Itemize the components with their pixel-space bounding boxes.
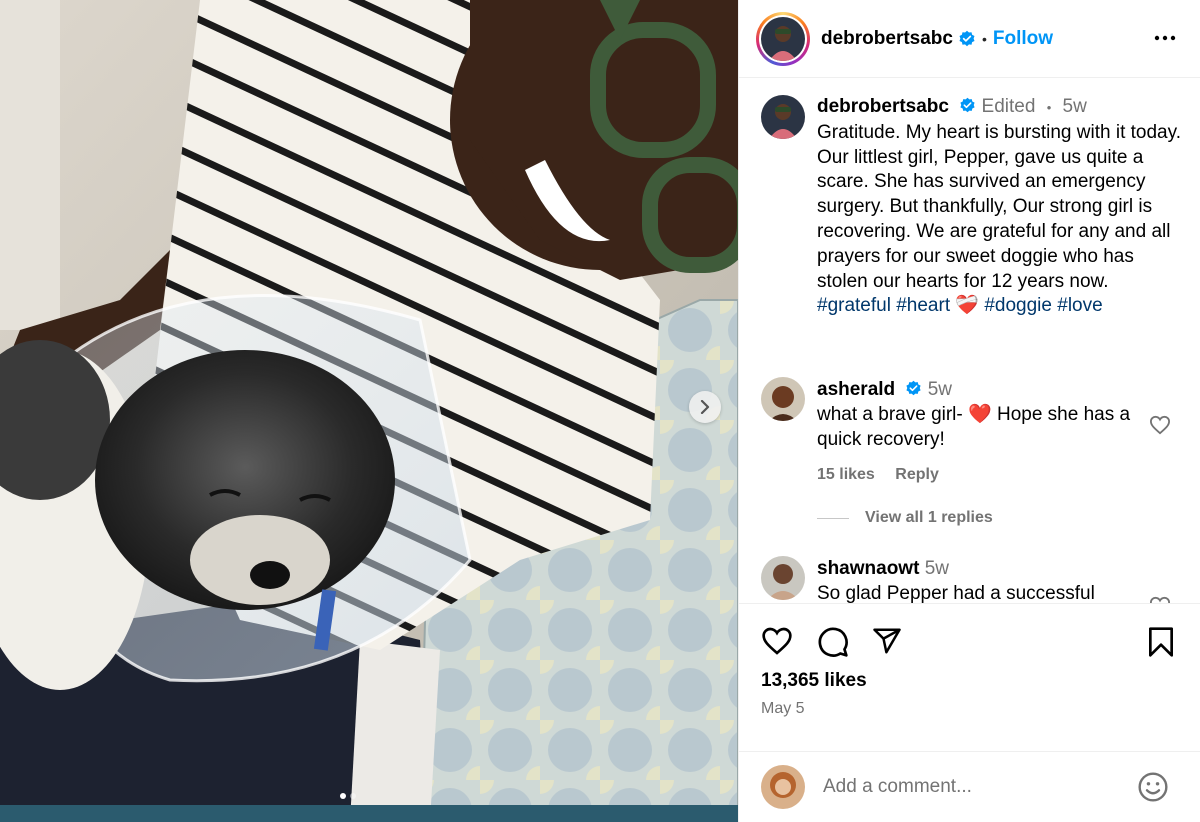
caption-username[interactable]: debrobertsabc [817, 96, 949, 117]
comment-age[interactable]: 5w [925, 558, 949, 579]
carousel-dot [340, 793, 346, 799]
comment-age[interactable]: 5w [928, 379, 952, 400]
hashtag-link[interactable]: #love [1057, 295, 1102, 316]
follow-button[interactable]: Follow [993, 28, 1053, 50]
author-story-ring[interactable] [756, 11, 810, 66]
comments-section[interactable]: debrobertsabc Edited • 5w Gratitude. My … [739, 79, 1200, 603]
chevron-right-icon [700, 400, 710, 414]
comment-text: So glad Pepper had a successful [817, 583, 1095, 603]
post-caption: debrobertsabc Edited • 5w Gratitude. My … [761, 95, 1181, 319]
post-date[interactable]: May 5 [761, 700, 805, 718]
next-image-button[interactable] [689, 391, 721, 423]
comment-username[interactable]: asherald [817, 379, 895, 400]
view-replies-button[interactable]: View all 1 replies [817, 509, 993, 527]
hashtag-link[interactable]: #grateful [817, 295, 891, 316]
likes-count[interactable]: 13,365 likes [761, 670, 867, 692]
post-actions: 13,365 likes May 5 [739, 603, 1200, 751]
more-icon[interactable] [1154, 26, 1176, 50]
caption-separator: • [1046, 100, 1052, 115]
verified-icon [960, 97, 975, 113]
bookmark-icon[interactable] [1147, 626, 1175, 658]
post-header: debrobertsabc • Follow [739, 0, 1200, 78]
like-comment-heart-icon[interactable] [1149, 596, 1171, 603]
caption-body: debrobertsabc Edited • 5w Gratitude. My … [817, 95, 1181, 319]
comment-username[interactable]: shawnaowt [817, 558, 919, 579]
emoji-icon[interactable] [1137, 771, 1169, 803]
edited-label: Edited [981, 96, 1036, 117]
verified-icon [959, 30, 975, 46]
action-icons [761, 626, 1179, 660]
hashtag-link[interactable]: #heart [896, 295, 950, 316]
photo-illustration [0, 0, 738, 822]
avatar [761, 16, 805, 61]
avatar[interactable] [761, 377, 805, 421]
comment-item: shawnaowt 5w So glad Pepper had a succes… [761, 556, 1181, 603]
carousel-indicator [340, 793, 356, 799]
view-replies-label[interactable]: View all 1 replies [865, 509, 993, 527]
comment-text: what a brave girl- [817, 404, 963, 425]
comment-input[interactable]: Add a comment... [823, 776, 1137, 798]
comment-icon[interactable] [817, 626, 849, 658]
avatar [761, 765, 805, 809]
share-icon[interactable] [871, 626, 903, 656]
post-sidebar: debrobertsabc • Follow debrobertsabc Edi… [738, 0, 1200, 822]
verified-icon [906, 380, 922, 396]
comment-emoji: ❤️ [968, 404, 992, 425]
comment-body: asherald 5w what a brave girl- ❤️ Hope s… [817, 377, 1147, 487]
post-photo[interactable] [0, 0, 738, 822]
comment-likes[interactable]: 15 likes [817, 466, 875, 483]
caption-emoji: ❤️‍🩹 [955, 295, 980, 317]
comment-actions: 15 likes Reply [817, 462, 1147, 487]
avatar[interactable] [761, 95, 805, 139]
comment-body: shawnaowt 5w So glad Pepper had a succes… [817, 556, 1147, 603]
author-username[interactable]: debrobertsabc [821, 28, 953, 50]
carousel-dot [350, 793, 356, 799]
like-comment-heart-icon[interactable] [1149, 415, 1171, 435]
heart-icon[interactable] [761, 626, 793, 656]
reply-button[interactable]: Reply [895, 466, 939, 483]
replies-divider [817, 517, 849, 519]
caption-text: Gratitude. My heart is bursting with it … [817, 121, 1181, 292]
header-separator: • [981, 30, 987, 47]
caption-age[interactable]: 5w [1063, 96, 1087, 117]
comment-item: asherald 5w what a brave girl- ❤️ Hope s… [761, 377, 1181, 487]
avatar[interactable] [761, 556, 805, 600]
add-comment-bar: Add a comment... [739, 751, 1200, 822]
hashtag-link[interactable]: #doggie [984, 295, 1052, 316]
